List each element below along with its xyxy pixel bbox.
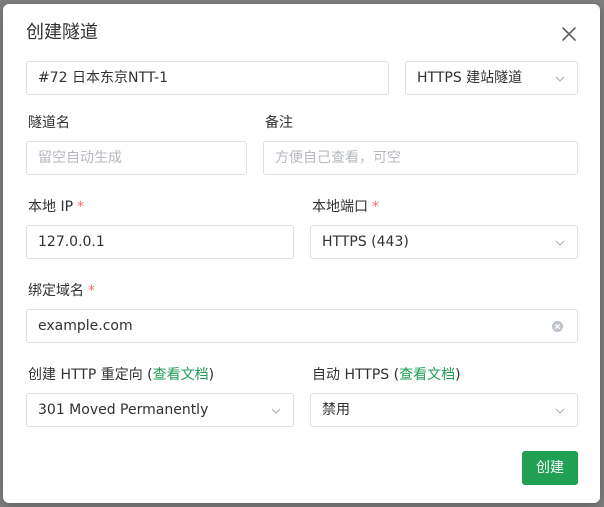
chevron-down-icon [555, 76, 565, 82]
chevron-down-icon [555, 240, 565, 246]
node-select-value: #72 日本东京NTT-1 [38, 70, 168, 86]
auto-https-select[interactable]: 禁用 [310, 393, 578, 427]
required-mark: * [372, 199, 379, 215]
auto-https-docs-link[interactable]: 查看文档 [399, 367, 455, 383]
domain-input[interactable]: example.com [26, 309, 578, 343]
http-redirect-label-text: 创建 HTTP 重定向 ( [28, 367, 153, 383]
local-ip-value: 127.0.0.1 [38, 234, 105, 250]
local-ip-label: 本地 IP * [28, 197, 84, 217]
close-icon[interactable] [559, 24, 579, 44]
auto-https-label: 自动 HTTPS (查看文档) [312, 365, 461, 385]
chevron-down-icon [271, 408, 281, 414]
required-mark: * [77, 199, 85, 215]
local-port-label-text: 本地端口 [312, 199, 368, 215]
local-port-select[interactable]: HTTPS (443) [310, 225, 578, 259]
local-port-value: HTTPS (443) [322, 234, 409, 250]
tunnel-name-input[interactable]: 留空自动生成 [26, 141, 247, 175]
tunnel-type-select[interactable]: HTTPS 建站隧道 [405, 61, 578, 95]
auto-https-value: 禁用 [322, 402, 350, 418]
required-mark: * [88, 283, 95, 299]
domain-label: 绑定域名 * [28, 281, 95, 301]
auto-https-label-suffix: ) [455, 367, 461, 383]
http-redirect-select[interactable]: 301 Moved Permanently [26, 393, 294, 427]
chevron-down-icon [555, 408, 565, 414]
remark-label: 备注 [265, 115, 293, 131]
local-port-label: 本地端口 * [312, 197, 379, 217]
tunnel-name-placeholder: 留空自动生成 [38, 150, 122, 166]
local-ip-input[interactable]: 127.0.0.1 [26, 225, 294, 259]
http-redirect-docs-link[interactable]: 查看文档 [153, 367, 209, 383]
create-tunnel-dialog: 创建隧道 #72 日本东京NTT-1 HTTPS 建站隧道 隧道名 备注 留空自… [3, 4, 600, 503]
http-redirect-value: 301 Moved Permanently [38, 402, 209, 418]
http-redirect-label-suffix: ) [208, 367, 215, 383]
node-select[interactable]: #72 日本东京NTT-1 [26, 61, 389, 95]
auto-https-label-text: 自动 HTTPS ( [312, 367, 400, 383]
remark-placeholder: 方便自己查看，可空 [275, 150, 401, 166]
dialog-title: 创建隧道 [26, 22, 98, 43]
clear-icon[interactable] [551, 320, 564, 333]
http-redirect-label: 创建 HTTP 重定向 (查看文档) [28, 365, 214, 385]
remark-input[interactable]: 方便自己查看，可空 [263, 141, 578, 175]
local-ip-label-text: 本地 IP [28, 199, 74, 215]
tunnel-type-value: HTTPS 建站隧道 [417, 70, 523, 86]
tunnel-name-label: 隧道名 [28, 115, 70, 131]
create-button[interactable]: 创建 [522, 451, 578, 485]
domain-value: example.com [38, 318, 133, 334]
domain-label-text: 绑定域名 [28, 283, 84, 299]
